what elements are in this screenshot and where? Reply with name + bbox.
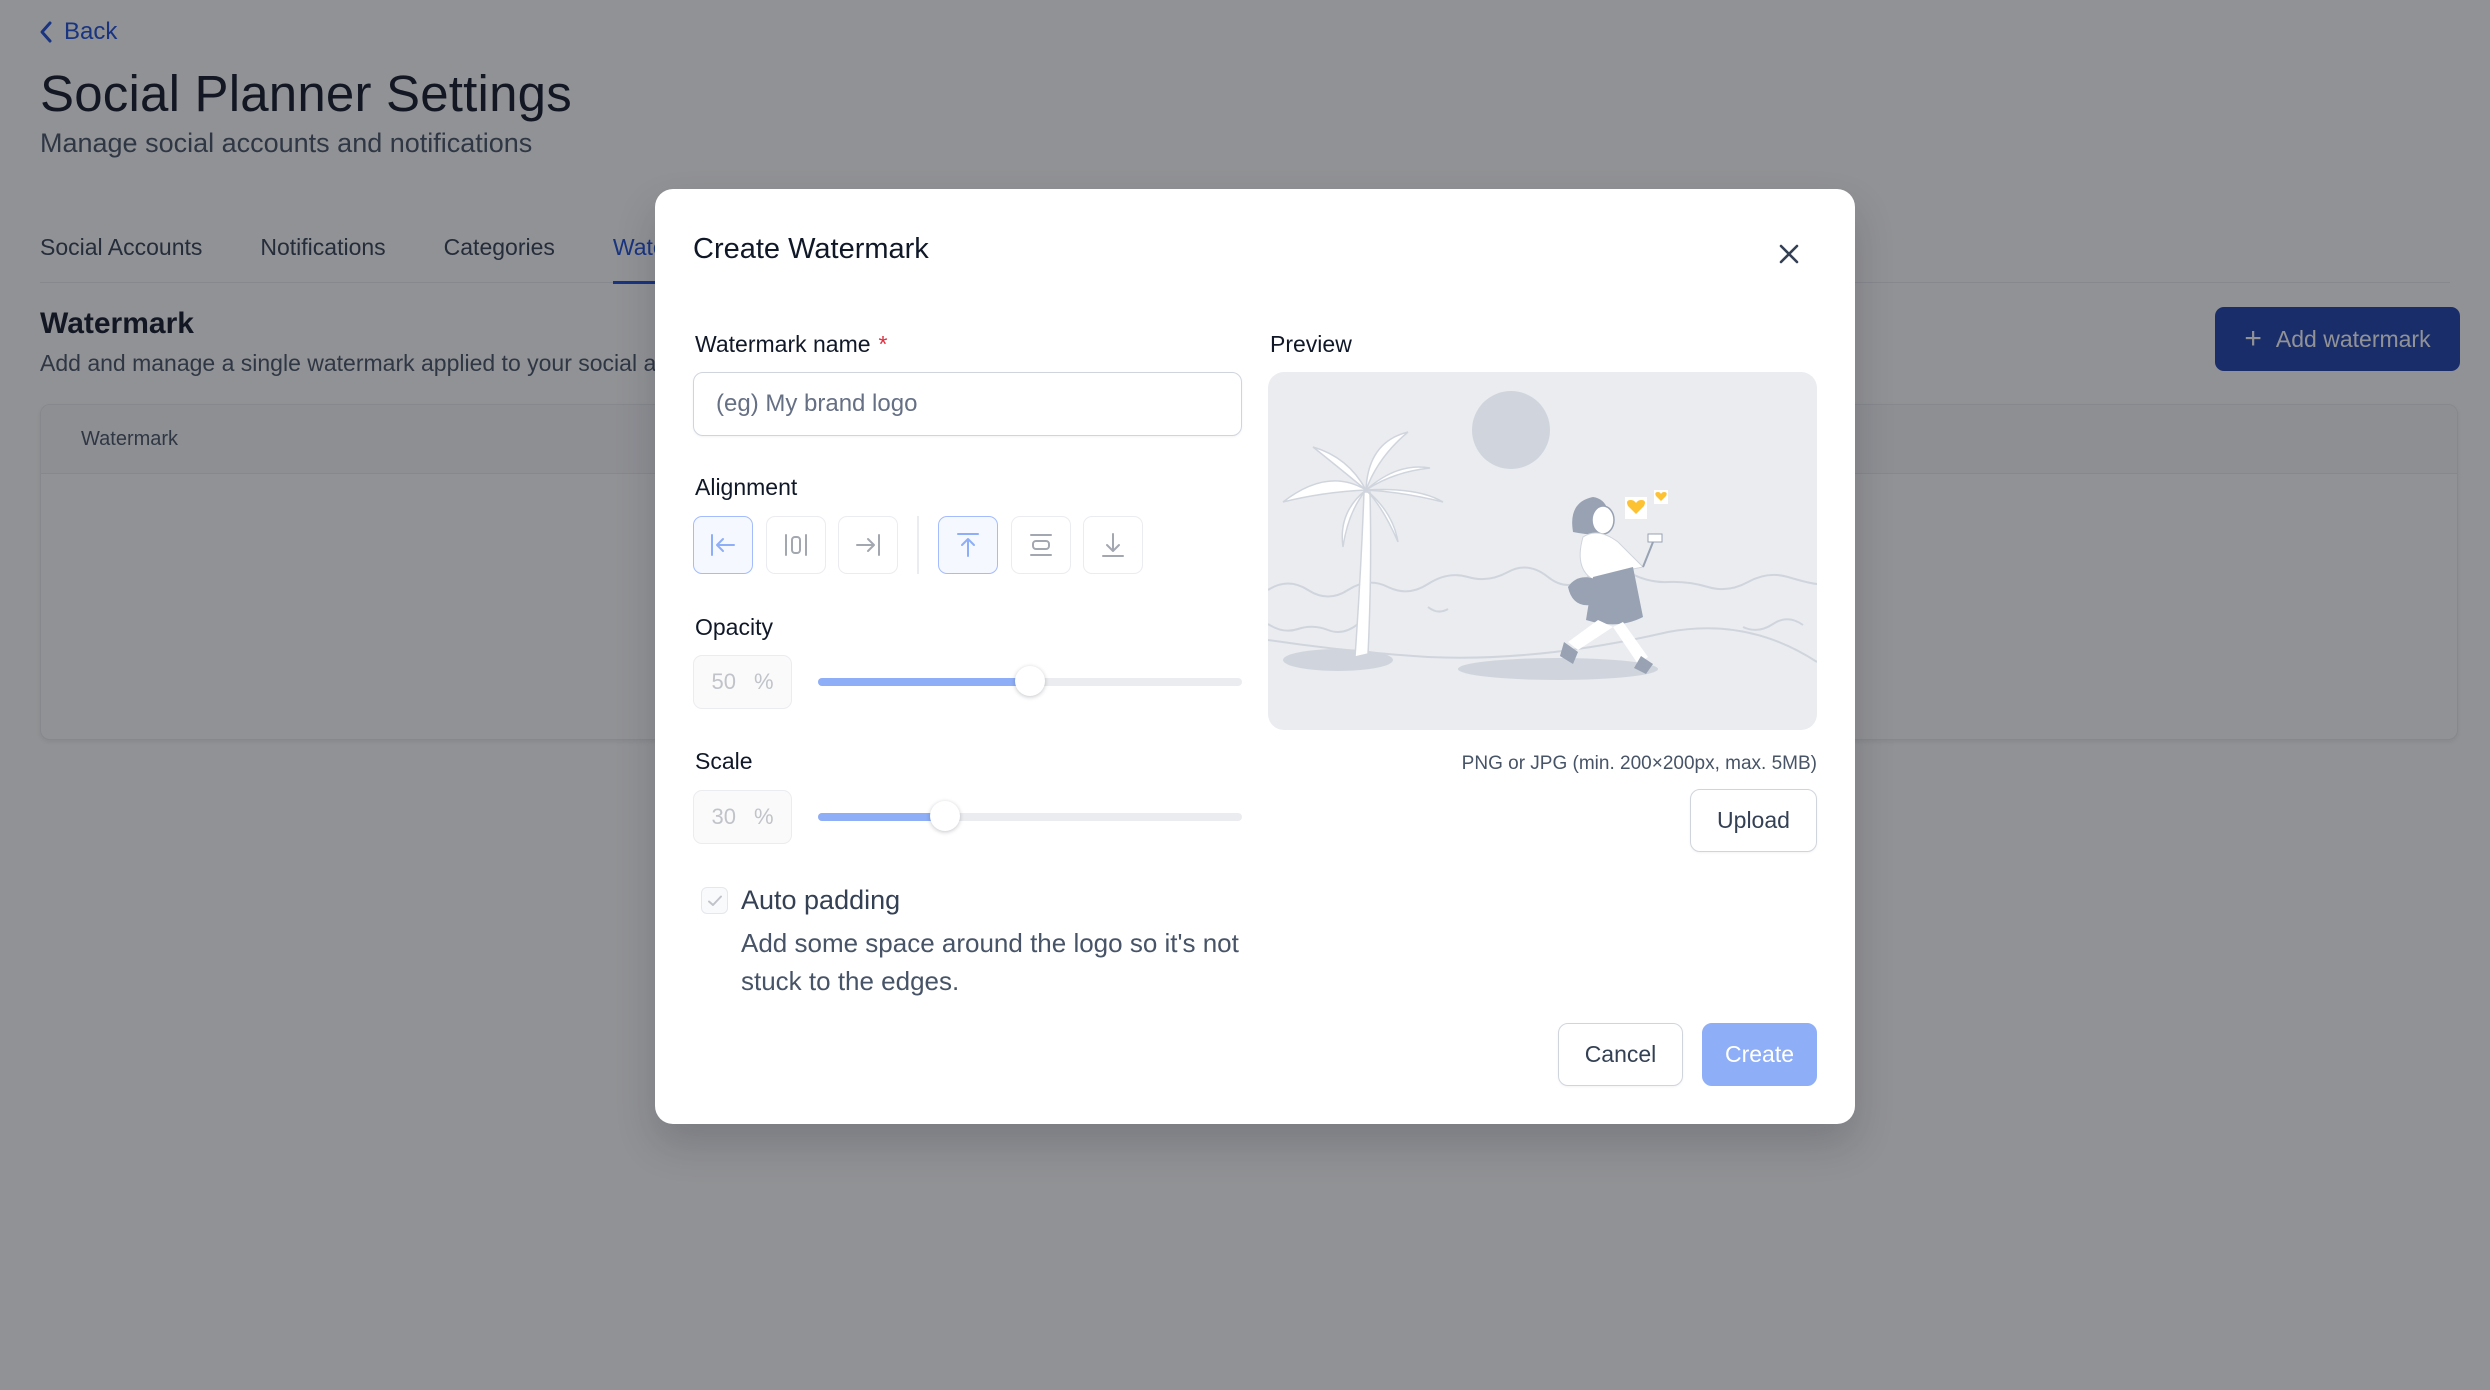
create-button[interactable]: Create: [1702, 1023, 1817, 1086]
create-watermark-modal: Create Watermark Watermark name * Alignme…: [655, 189, 1855, 1124]
align-middle-vertical-icon: [1030, 534, 1052, 556]
scale-slider[interactable]: [818, 801, 1242, 831]
opacity-slider[interactable]: [818, 666, 1242, 696]
align-left-icon: [711, 534, 735, 556]
auto-padding-checkbox[interactable]: [701, 887, 728, 914]
cancel-button[interactable]: Cancel: [1558, 1023, 1683, 1086]
watermark-name-label: Watermark name *: [695, 331, 887, 358]
alignment-divider: [917, 516, 919, 574]
scale-label: Scale: [695, 748, 753, 774]
scale-slider-thumb[interactable]: [930, 801, 961, 831]
opacity-slider-thumb[interactable]: [1015, 666, 1045, 696]
watermark-name-label-text: Watermark name: [695, 331, 871, 357]
opacity-value: 50: [711, 669, 736, 694]
required-indicator: *: [878, 331, 888, 357]
watermark-name-input[interactable]: [693, 372, 1242, 436]
align-center-horizontal-icon: [785, 534, 807, 556]
scale-value-input[interactable]: 30 %: [693, 790, 792, 844]
preview-label: Preview: [1270, 331, 1352, 357]
close-icon: [1779, 244, 1799, 264]
scale-slider-fill: [818, 813, 946, 821]
align-right-icon: [856, 534, 880, 556]
align-bottom-button[interactable]: [1083, 516, 1143, 574]
opacity-value-input[interactable]: 50 %: [693, 655, 792, 709]
auto-padding-description: Add some space around the logo so it's n…: [741, 928, 1239, 996]
align-right-button[interactable]: [838, 516, 898, 574]
watermark-preview: [1268, 372, 1817, 730]
checkmark-icon: [707, 895, 722, 906]
align-middle-vertical-button[interactable]: [1011, 516, 1071, 574]
alignment-label: Alignment: [695, 474, 798, 500]
upload-hint: PNG or JPG (min. 200×200px, max. 5MB): [1461, 753, 1817, 774]
upload-button[interactable]: Upload: [1690, 789, 1817, 852]
align-center-horizontal-button[interactable]: [766, 516, 826, 574]
align-left-button[interactable]: [693, 516, 753, 574]
opacity-slider-fill: [818, 678, 1030, 686]
align-top-icon: [957, 533, 979, 557]
modal-title: Create Watermark: [693, 233, 929, 265]
scale-unit: %: [753, 804, 774, 829]
opacity-label: Opacity: [695, 614, 773, 640]
beach-illustration: [1268, 391, 1817, 680]
opacity-unit: %: [753, 669, 774, 694]
close-button[interactable]: [1771, 236, 1807, 272]
auto-padding-title: Auto padding: [741, 885, 901, 915]
align-bottom-icon: [1102, 533, 1124, 557]
scale-value: 30: [711, 804, 736, 829]
align-top-button[interactable]: [938, 516, 998, 574]
